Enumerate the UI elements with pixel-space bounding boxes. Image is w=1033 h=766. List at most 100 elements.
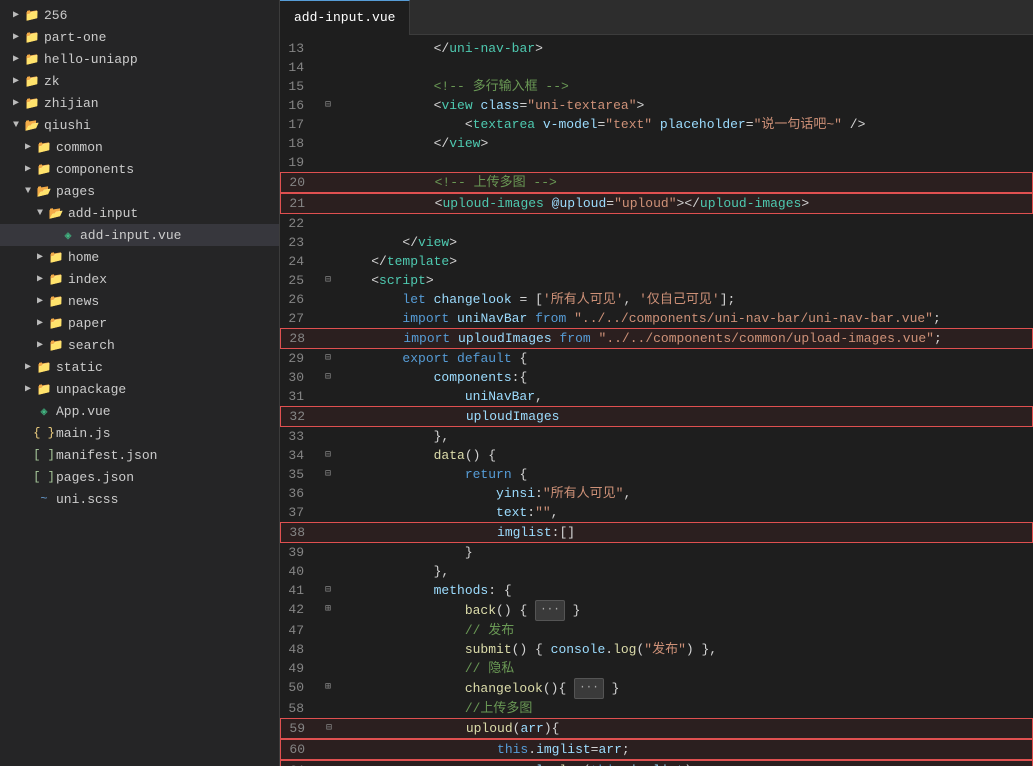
sidebar-item-zhijian[interactable]: ▶ 📁 zhijian (0, 92, 279, 114)
sidebar-item-static[interactable]: ▶ 📁 static (0, 356, 279, 378)
sidebar-item-main-js[interactable]: { } main.js (0, 422, 279, 444)
sidebar-item-hello-uniapp[interactable]: ▶ 📁 hello-uniapp (0, 48, 279, 70)
line-number: 58 (280, 699, 320, 718)
line-number: 22 (280, 214, 320, 233)
folder-icon: 📁 (24, 29, 40, 45)
code-area[interactable]: 13 </uni-nav-bar> 14 15 <!-- 多行输入框 --> 1… (280, 35, 1033, 766)
fold-btn[interactable] (320, 503, 336, 522)
sidebar-item-qiushi[interactable]: ▼ 📂 qiushi (0, 114, 279, 136)
code-content: return { (336, 465, 1033, 484)
fold-btn[interactable] (320, 427, 336, 446)
chevron-icon: ▶ (8, 97, 24, 109)
sidebar-item-unpackage[interactable]: ▶ 📁 unpackage (0, 378, 279, 400)
fold-btn[interactable] (321, 329, 337, 348)
sidebar-item-add-input-vue[interactable]: ◈ add-input.vue (0, 224, 279, 246)
code-line-16: 16 ⊟ <view class="uni-textarea"> (280, 96, 1033, 115)
fold-btn[interactable] (321, 407, 337, 426)
sidebar-item-label: main.js (56, 426, 111, 441)
code-content: }, (336, 427, 1033, 446)
fold-btn[interactable] (321, 194, 337, 213)
fold-btn[interactable] (320, 252, 336, 271)
sidebar-item-manifest-json[interactable]: [ ] manifest.json (0, 444, 279, 466)
fold-btn[interactable] (320, 233, 336, 252)
fold-btn[interactable] (320, 659, 336, 678)
sidebar-item-index[interactable]: ▶ 📁 index (0, 268, 279, 290)
code-line-22: 22 (280, 214, 1033, 233)
sidebar-item-search[interactable]: ▶ 📁 search (0, 334, 279, 356)
fold-btn[interactable] (321, 740, 337, 759)
folder-icon: 📁 (24, 73, 40, 89)
code-content: </uni-nav-bar> (336, 39, 1033, 58)
code-content: </view> (336, 134, 1033, 153)
fold-btn[interactable]: ⊟ (321, 719, 337, 738)
fold-btn[interactable] (320, 77, 336, 96)
fold-btn[interactable]: ⊞ (320, 600, 336, 619)
code-content: export default { (336, 349, 1033, 368)
fold-btn[interactable]: ⊟ (320, 465, 336, 484)
sidebar-item-label: zhijian (44, 96, 99, 111)
fold-btn[interactable]: ⊟ (320, 446, 336, 465)
fold-btn[interactable] (321, 173, 337, 192)
fold-btn[interactable]: ⊟ (320, 96, 336, 115)
code-content: components:{ (336, 368, 1033, 387)
line-number: 30 (280, 368, 320, 387)
code-content: <script> (336, 271, 1033, 290)
sidebar-item-part-one[interactable]: ▶ 📁 part-one (0, 26, 279, 48)
code-content: yinsi:"所有人可见", (336, 484, 1033, 503)
sidebar-item-uni-scss[interactable]: ~ uni.scss (0, 488, 279, 510)
fold-btn[interactable] (321, 761, 337, 766)
fold-btn[interactable]: ⊟ (320, 368, 336, 387)
fold-btn[interactable] (320, 290, 336, 309)
sidebar-item-add-input[interactable]: ▼ 📂 add-input (0, 202, 279, 224)
code-line-39: 39 } (280, 543, 1033, 562)
fold-btn[interactable] (320, 39, 336, 58)
sidebar-item-components[interactable]: ▶ 📁 components (0, 158, 279, 180)
code-line-29: 29 ⊟ export default { (280, 349, 1033, 368)
fold-btn[interactable] (320, 699, 336, 718)
sidebar-item-pages[interactable]: ▼ 📂 pages (0, 180, 279, 202)
line-number: 60 (281, 740, 321, 759)
fold-btn[interactable]: ⊟ (320, 581, 336, 600)
chevron-icon: ▶ (20, 163, 36, 175)
line-number: 21 (281, 194, 321, 213)
line-number: 42 (280, 600, 320, 619)
fold-btn[interactable] (320, 562, 336, 581)
collapsed-code[interactable]: ··· (574, 678, 604, 699)
line-number: 48 (280, 640, 320, 659)
code-content: // 隐私 (336, 659, 1033, 678)
fold-btn[interactable] (320, 621, 336, 640)
sidebar-item-paper[interactable]: ▶ 📁 paper (0, 312, 279, 334)
sidebar-item-pages-json[interactable]: [ ] pages.json (0, 466, 279, 488)
folder-icon: 📁 (24, 95, 40, 111)
sidebar-item-news[interactable]: ▶ 📁 news (0, 290, 279, 312)
fold-btn[interactable] (320, 309, 336, 328)
line-number: 26 (280, 290, 320, 309)
fold-btn[interactable] (320, 153, 336, 172)
fold-btn[interactable]: ⊟ (320, 349, 336, 368)
code-content: <uploud-images @uploud="uploud"></uploud… (337, 194, 1032, 213)
fold-btn[interactable] (320, 387, 336, 406)
sidebar-item-256[interactable]: ▶ 📁 256 (0, 4, 279, 26)
fold-btn[interactable]: ⊟ (320, 271, 336, 290)
tab-add-input-vue[interactable]: add-input.vue (280, 0, 410, 35)
fold-btn[interactable] (320, 640, 336, 659)
sidebar-item-common[interactable]: ▶ 📁 common (0, 136, 279, 158)
fold-btn[interactable] (320, 214, 336, 233)
fold-btn[interactable] (320, 58, 336, 77)
fold-btn[interactable] (320, 134, 336, 153)
fold-btn[interactable] (320, 484, 336, 503)
sidebar-item-home[interactable]: ▶ 📁 home (0, 246, 279, 268)
sidebar-item-zk[interactable]: ▶ 📁 zk (0, 70, 279, 92)
fold-btn[interactable] (320, 543, 336, 562)
sidebar-item-app-vue[interactable]: ◈ App.vue (0, 400, 279, 422)
line-number: 18 (280, 134, 320, 153)
fold-btn[interactable]: ⊞ (320, 678, 336, 697)
folder-icon: 📁 (48, 249, 64, 265)
line-number: 13 (280, 39, 320, 58)
fold-btn[interactable] (321, 523, 337, 542)
line-number: 19 (280, 153, 320, 172)
folder-icon: 📁 (36, 139, 52, 155)
code-content: //上传多图 (336, 699, 1033, 718)
collapsed-code[interactable]: ··· (535, 600, 565, 621)
fold-btn[interactable] (320, 115, 336, 134)
